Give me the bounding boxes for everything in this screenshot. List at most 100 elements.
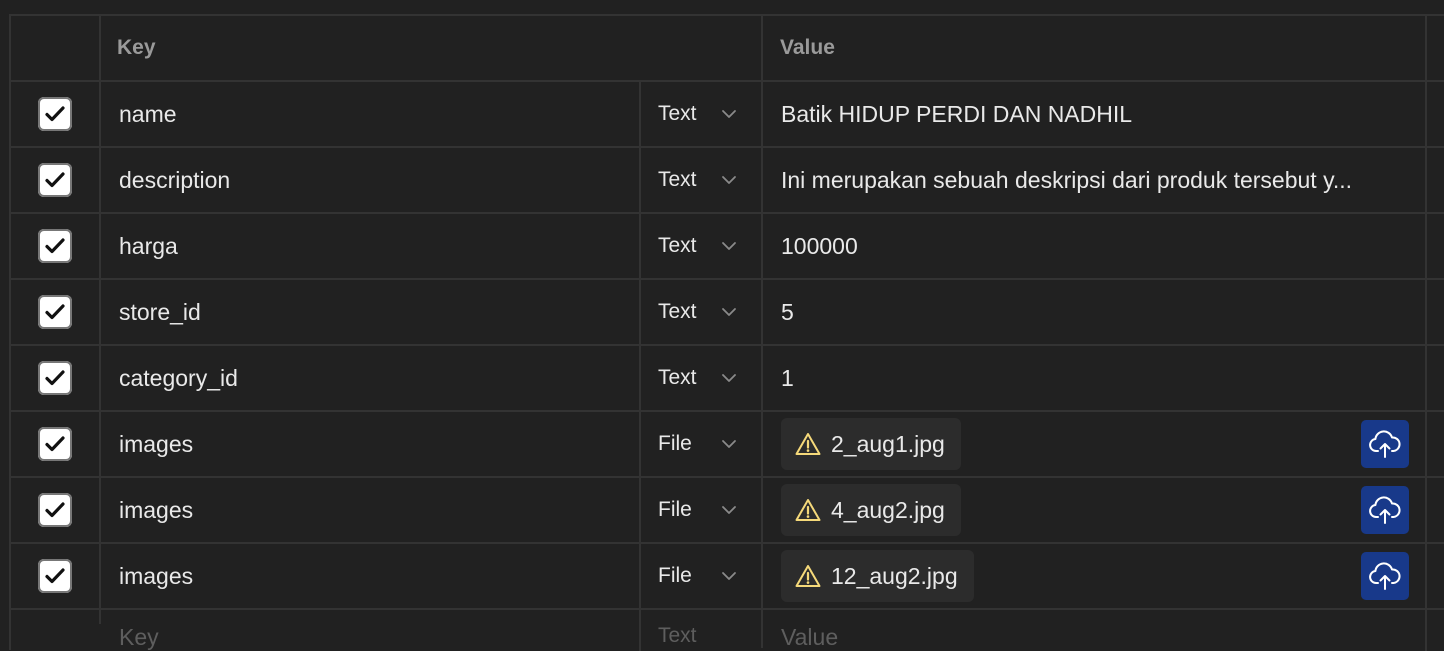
value-cell: 12_aug2.jpg: [763, 544, 1427, 608]
check-cell: [11, 280, 101, 344]
row-extra: [1427, 478, 1444, 542]
type-select[interactable]: File: [641, 478, 763, 542]
cloud-upload-icon: [1368, 495, 1402, 525]
row-checkbox[interactable]: [38, 97, 72, 131]
table-header: Key Value: [11, 16, 1444, 82]
key-input[interactable]: images: [101, 544, 641, 608]
file-chip[interactable]: 4_aug2.jpg: [781, 484, 961, 536]
type-label: Text: [658, 234, 697, 257]
table-row: harga Text 100000: [11, 214, 1444, 280]
type-select[interactable]: File: [641, 544, 763, 608]
key-input[interactable]: harga: [101, 214, 641, 278]
checkmark-icon: [43, 168, 67, 192]
file-chip[interactable]: 12_aug2.jpg: [781, 550, 974, 602]
type-label: Text: [658, 300, 697, 323]
upload-button[interactable]: [1361, 552, 1409, 600]
row-extra: [1427, 412, 1444, 476]
key-input[interactable]: description: [101, 148, 641, 212]
value-text[interactable]: Ini merupakan sebuah deskripsi dari prod…: [781, 167, 1352, 194]
chevron-down-icon: [720, 435, 738, 453]
file-chip[interactable]: 2_aug1.jpg: [781, 418, 961, 470]
value-cell: Ini merupakan sebuah deskripsi dari prod…: [763, 148, 1427, 212]
value-cell: 100000: [763, 214, 1427, 278]
row-checkbox[interactable]: [38, 163, 72, 197]
key-input[interactable]: images: [101, 478, 641, 542]
row-extra: [1427, 148, 1444, 212]
form-data-table: Key Value name Text Batik HIDUP PERDI DA…: [9, 14, 1444, 651]
header-key: Key: [101, 16, 763, 80]
file-name: 4_aug2.jpg: [831, 496, 945, 523]
value-text[interactable]: 100000: [781, 233, 858, 260]
type-select[interactable]: Text: [641, 148, 763, 212]
key-input[interactable]: images: [101, 412, 641, 476]
new-row[interactable]: Key Text Value: [11, 610, 1444, 651]
warning-icon: [795, 432, 821, 456]
new-key-input[interactable]: Key: [101, 610, 641, 651]
check-cell: [11, 478, 101, 542]
type-label: File: [658, 432, 692, 455]
header-check-cell: [11, 16, 101, 80]
new-value-input[interactable]: Value: [763, 610, 1427, 651]
type-label: File: [658, 564, 692, 587]
type-select[interactable]: Text: [641, 280, 763, 344]
type-select[interactable]: Text: [641, 82, 763, 146]
check-cell: [11, 82, 101, 146]
type-label: Text: [658, 102, 697, 125]
value-cell: 5: [763, 280, 1427, 344]
value-cell: 2_aug1.jpg: [763, 412, 1427, 476]
warning-icon: [795, 564, 821, 588]
new-row-extra: [1427, 610, 1444, 624]
row-checkbox[interactable]: [38, 559, 72, 593]
upload-button[interactable]: [1361, 420, 1409, 468]
new-type-select[interactable]: Text: [641, 610, 763, 648]
type-select[interactable]: Text: [641, 346, 763, 410]
row-extra: [1427, 214, 1444, 278]
checkmark-icon: [43, 102, 67, 126]
type-label: Text: [658, 168, 697, 191]
row-checkbox[interactable]: [38, 295, 72, 329]
key-input[interactable]: category_id: [101, 346, 641, 410]
chevron-down-icon: [720, 567, 738, 585]
checkmark-icon: [43, 366, 67, 390]
table-row: description Text Ini merupakan sebuah de…: [11, 148, 1444, 214]
check-cell: [11, 214, 101, 278]
cloud-upload-icon: [1368, 429, 1402, 459]
checkmark-icon: [43, 300, 67, 324]
table-row: images File 4_aug2.jpg: [11, 478, 1444, 544]
chevron-down-icon: [720, 369, 738, 387]
check-cell: [11, 346, 101, 410]
table-row: name Text Batik HIDUP PERDI DAN NADHIL: [11, 82, 1444, 148]
type-select[interactable]: File: [641, 412, 763, 476]
table-row: images File 2_aug1.jpg: [11, 412, 1444, 478]
value-text[interactable]: 5: [781, 299, 794, 326]
upload-button[interactable]: [1361, 486, 1409, 534]
type-label: Text: [658, 366, 697, 389]
value-cell: 4_aug2.jpg: [763, 478, 1427, 542]
new-row-check-cell: [11, 610, 101, 624]
value-text[interactable]: 1: [781, 365, 794, 392]
type-select[interactable]: Text: [641, 214, 763, 278]
row-checkbox[interactable]: [38, 493, 72, 527]
row-extra: [1427, 346, 1444, 410]
key-input[interactable]: store_id: [101, 280, 641, 344]
check-cell: [11, 148, 101, 212]
checkmark-icon: [43, 564, 67, 588]
row-extra: [1427, 82, 1444, 146]
chevron-down-icon: [720, 501, 738, 519]
type-label: File: [658, 498, 692, 521]
row-checkbox[interactable]: [38, 427, 72, 461]
table-row: store_id Text 5: [11, 280, 1444, 346]
table-row: category_id Text 1: [11, 346, 1444, 412]
warning-icon: [795, 498, 821, 522]
row-checkbox[interactable]: [38, 229, 72, 263]
row-checkbox[interactable]: [38, 361, 72, 395]
header-value: Value: [763, 16, 1427, 80]
table-row: images File 12_aug2.jpg: [11, 544, 1444, 610]
cloud-upload-icon: [1368, 561, 1402, 591]
checkmark-icon: [43, 498, 67, 522]
chevron-down-icon: [720, 303, 738, 321]
key-input[interactable]: name: [101, 82, 641, 146]
check-cell: [11, 544, 101, 608]
value-cell: Batik HIDUP PERDI DAN NADHIL: [763, 82, 1427, 146]
value-text[interactable]: Batik HIDUP PERDI DAN NADHIL: [781, 101, 1132, 128]
